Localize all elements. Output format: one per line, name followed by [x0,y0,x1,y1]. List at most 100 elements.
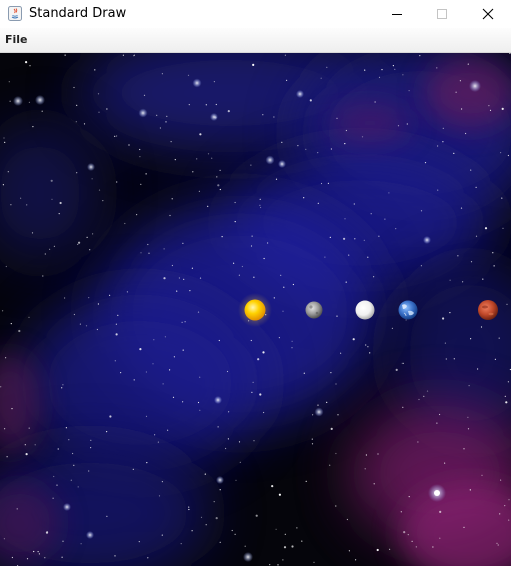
star [46,531,48,533]
star [480,326,483,328]
star [116,135,118,137]
star [233,262,235,264]
star [183,278,185,280]
star [115,333,118,336]
star [449,312,451,314]
star [73,86,75,89]
star [252,381,254,383]
star [335,452,337,455]
star [90,447,92,449]
star [444,462,446,464]
star [445,358,447,360]
star [166,115,168,117]
star [269,564,271,566]
star [262,351,265,354]
star [16,508,18,510]
star [424,162,427,164]
star [234,533,236,535]
minimize-button[interactable] [374,0,420,28]
star [197,401,200,404]
star [457,255,459,257]
star [317,404,319,406]
star [419,55,421,57]
star [291,340,293,342]
star [394,68,396,70]
star [259,393,262,396]
star [70,479,72,481]
star [504,505,506,507]
star [365,454,367,456]
star [250,245,253,247]
star [284,533,286,535]
star [402,406,404,408]
star [219,188,221,191]
star [273,116,275,118]
star [400,511,402,513]
star [470,261,473,263]
star [343,237,346,240]
star [402,362,404,364]
star [0,386,2,388]
star [215,517,218,520]
star [453,152,455,154]
star [367,346,369,348]
star [133,379,135,381]
close-button[interactable] [465,0,511,28]
title-bar[interactable]: Standard Draw [0,0,511,28]
star [205,524,207,526]
star [153,339,155,341]
maximize-button[interactable] [419,0,465,28]
star [444,342,446,344]
star [211,157,213,159]
star [128,144,130,146]
star [176,290,178,292]
star [497,544,499,546]
star [468,385,470,387]
star [188,104,190,106]
star [2,184,4,186]
star [235,479,237,481]
star [345,281,347,283]
star [370,213,372,215]
menu-file[interactable]: File [5,32,28,47]
star [244,545,246,547]
star [251,391,253,393]
star [439,537,441,539]
star [507,381,509,383]
star [365,344,367,346]
star [363,239,365,241]
star [139,156,141,158]
star [77,243,79,245]
star [65,427,67,429]
star [296,527,298,529]
star [505,401,508,404]
star [53,245,56,247]
star [188,508,190,511]
star [311,438,313,440]
star [29,65,31,67]
star [102,200,104,202]
star [329,236,331,238]
star [262,114,264,116]
star [395,368,398,371]
star [199,376,201,378]
star [459,80,461,82]
star [182,242,184,244]
star [189,290,191,292]
drawing-canvas[interactable] [0,53,511,566]
star [199,277,202,279]
star [301,540,303,542]
star [283,286,285,288]
star [38,553,41,555]
java-icon [8,6,22,21]
star [139,348,142,351]
star [154,434,156,436]
star [164,336,166,338]
star [496,542,498,544]
star [31,232,34,234]
star [132,468,134,470]
star [28,427,30,429]
star [44,253,46,255]
star [340,352,342,354]
star [227,438,229,440]
